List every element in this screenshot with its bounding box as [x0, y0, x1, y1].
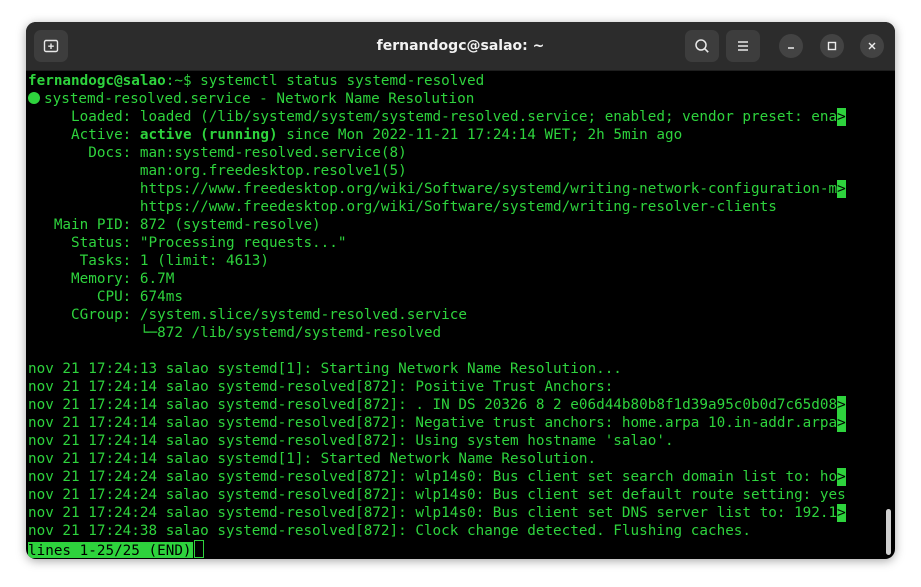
docs-line: https://www.freedesktop.org/wiki/Softwar… [28, 180, 884, 198]
minimize-button[interactable] [779, 34, 803, 58]
log-line: nov 21 17:24:38 salao systemd-resolved[8… [28, 523, 752, 539]
service-name: systemd-resolved.service - Network Name … [44, 91, 475, 107]
close-button[interactable] [860, 34, 884, 58]
status-line: Status: "Processing requests..." [28, 235, 347, 251]
terminal-window: fernandogc@salao: ~ fernandogc@salao:~$ … [26, 22, 895, 559]
search-button[interactable] [685, 30, 719, 62]
log-line: nov 21 17:24:24 salao systemd-resolved[8… [28, 487, 846, 503]
tasks-line: Tasks: 1 (limit: 4613) [28, 253, 270, 269]
command-line: fernandogc@salao:~$ systemctl status sys… [28, 72, 884, 90]
truncation-marker: > [837, 414, 846, 432]
loaded-line: Loaded: loaded (/lib/systemd/system/syst… [28, 108, 884, 126]
pager-status-line: lines 1-25/25 (END) [28, 540, 884, 558]
scrollbar[interactable] [886, 509, 891, 555]
truncation-marker: > [837, 396, 846, 414]
menu-button[interactable] [726, 30, 760, 62]
log-line: nov 21 17:24:24 salao systemd-resolved[8… [28, 468, 884, 486]
text-cursor [193, 540, 204, 558]
docs-line: man:org.freedesktop.resolve1(5) [28, 163, 407, 179]
log-text: nov 21 17:24:14 salao systemd-resolved[8… [28, 397, 838, 413]
pager-status: lines 1-25/25 (END) [28, 542, 193, 558]
docs-line: Docs: man:systemd-resolved.service(8) [28, 145, 407, 161]
minimize-icon [788, 47, 794, 49]
cgroup-line: CGroup: /system.slice/systemd-resolved.s… [28, 307, 467, 323]
log-line: nov 21 17:24:14 salao systemd-resolved[8… [28, 396, 884, 414]
log-text: nov 21 17:24:24 salao systemd-resolved[8… [28, 505, 838, 521]
active-since: since Mon 2022-11-21 17:24:14 WET; 2h 5m… [277, 127, 683, 143]
truncation-marker: > [837, 504, 846, 522]
loaded-text: Loaded: loaded (/lib/systemd/system/syst… [28, 109, 838, 125]
active-state: active (running) [139, 127, 278, 143]
active-status-dot-icon [28, 92, 40, 104]
active-label: Active: [28, 127, 140, 143]
log-line: nov 21 17:24:14 salao systemd[1]: Starte… [28, 451, 597, 467]
titlebar: fernandogc@salao: ~ [26, 22, 895, 71]
main-pid-line: Main PID: 872 (systemd-resolve) [28, 217, 321, 233]
hamburger-menu-icon [738, 41, 748, 51]
service-header-line: systemd-resolved.service - Network Name … [28, 90, 884, 108]
close-icon [868, 42, 876, 50]
terminal-output[interactable]: fernandogc@salao:~$ systemctl status sys… [28, 72, 884, 558]
maximize-icon [827, 41, 837, 51]
window-title: fernandogc@salao: ~ [376, 38, 545, 54]
truncation-marker: > [837, 180, 846, 198]
maximize-button[interactable] [820, 34, 844, 58]
search-icon [695, 39, 709, 53]
log-line: nov 21 17:24:14 salao systemd-resolved[8… [28, 433, 674, 449]
prompt-command: :~$ systemctl status systemd-resolved [165, 73, 485, 89]
docs-url: https://www.freedesktop.org/wiki/Softwar… [28, 181, 838, 197]
memory-line: Memory: 6.7M [28, 271, 175, 287]
log-text: nov 21 17:24:24 salao systemd-resolved[8… [28, 469, 838, 485]
log-text: nov 21 17:24:14 salao systemd-resolved[8… [28, 415, 838, 431]
truncation-marker: > [837, 108, 846, 126]
cgroup-process-line: └─872 /lib/systemd/systemd-resolved [28, 325, 442, 341]
prompt-user: fernandogc@salao [28, 73, 166, 89]
docs-line: https://www.freedesktop.org/wiki/Softwar… [28, 199, 777, 215]
log-line: nov 21 17:24:14 salao systemd-resolved[8… [28, 379, 614, 395]
active-line: Active: active (running) since Mon 2022-… [28, 126, 884, 144]
truncation-marker: > [837, 468, 846, 486]
log-line: nov 21 17:24:13 salao systemd[1]: Starti… [28, 361, 622, 377]
log-line: nov 21 17:24:24 salao systemd-resolved[8… [28, 504, 884, 522]
cpu-line: CPU: 674ms [28, 289, 183, 305]
log-line: nov 21 17:24:14 salao systemd-resolved[8… [28, 414, 884, 432]
